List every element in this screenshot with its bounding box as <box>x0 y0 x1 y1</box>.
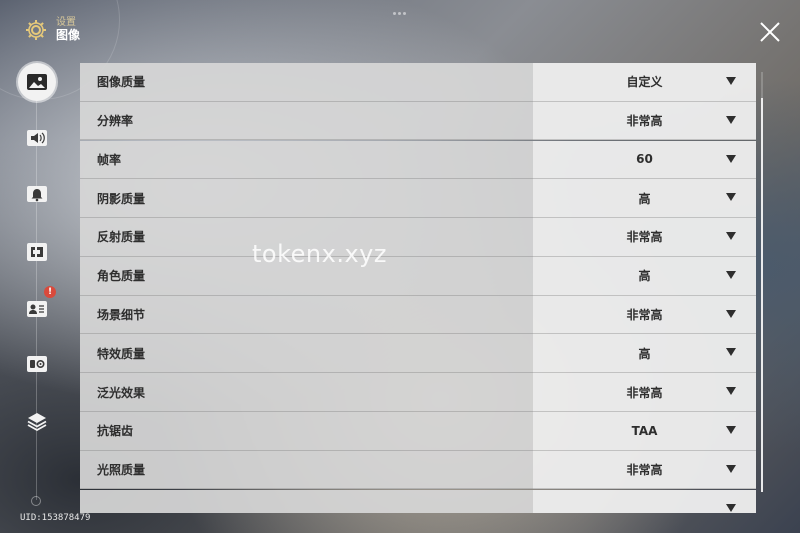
dropdown-arrow-icon <box>726 387 736 396</box>
setting-dropdown[interactable]: 非常高 <box>533 450 756 490</box>
setting-value: 非常高 <box>626 385 663 400</box>
setting-row[interactable]: 泛光效果 非常高 <box>80 373 756 412</box>
setting-row[interactable]: 反射质量 非常高 <box>80 218 756 257</box>
setting-label: 帧率 <box>80 140 533 180</box>
setting-row[interactable] <box>80 489 756 513</box>
drag-handle <box>393 12 407 16</box>
close-button[interactable] <box>756 18 784 46</box>
setting-value: 高 <box>638 191 651 206</box>
scrollbar-thumb[interactable] <box>761 98 763 492</box>
dropdown-arrow-icon <box>726 309 736 318</box>
setting-dropdown[interactable]: 非常高 <box>533 373 756 412</box>
dropdown-arrow-icon <box>726 193 736 202</box>
setting-row[interactable]: 阴影质量 高 <box>80 179 756 218</box>
sidebar-item-layers[interactable] <box>18 402 56 440</box>
setting-label: 泛光效果 <box>80 373 533 412</box>
setting-row[interactable]: 角色质量高 <box>80 256 756 296</box>
setting-dropdown[interactable]: TAA <box>533 412 756 451</box>
notification-badge: ! <box>44 286 56 298</box>
setting-dropdown[interactable]: 高 <box>533 256 756 296</box>
setting-label: 分辨率 <box>80 101 533 141</box>
setting-label: 抗锯齿 <box>80 412 533 451</box>
dropdown-arrow-icon <box>726 77 736 85</box>
setting-label: 特效质量 <box>80 334 533 374</box>
setting-label <box>80 489 533 513</box>
setting-label: 光照质量 <box>80 450 533 490</box>
dropdown-arrow-icon <box>726 348 736 357</box>
setting-value: 60 <box>636 152 653 167</box>
setting-label: 阴影质量 <box>80 179 533 218</box>
dropdown-arrow-icon <box>726 115 736 124</box>
scrollbar[interactable] <box>761 72 763 492</box>
dropdown-arrow-icon <box>726 464 736 473</box>
setting-row[interactable]: 分辨率 非常高 <box>80 101 756 141</box>
watermark: tokenx.xyz <box>252 240 387 268</box>
user-id: UID:153878479 <box>20 513 91 523</box>
dropdown-arrow-icon <box>726 270 736 279</box>
sidebar-end-marker <box>31 496 41 506</box>
setting-dropdown[interactable]: 高 <box>533 334 756 374</box>
setting-row[interactable]: 光照质量 非常高 <box>80 450 756 490</box>
setting-label: 图像质量 <box>80 63 533 102</box>
layers-icon <box>27 413 47 431</box>
setting-value: 自定义 <box>626 75 663 90</box>
close-icon <box>760 22 780 42</box>
image-icon <box>27 74 47 90</box>
setting-dropdown[interactable]: 高 <box>533 179 756 218</box>
setting-dropdown[interactable]: 非常高 <box>533 218 756 257</box>
dropdown-arrow-icon <box>726 503 736 512</box>
setting-value: 非常高 <box>626 114 663 129</box>
setting-dropdown[interactable]: 非常高 <box>533 295 756 335</box>
page-title: 图像 <box>56 27 81 42</box>
setting-row[interactable]: 帧率 60 <box>80 140 756 180</box>
dropdown-arrow-icon <box>726 232 736 241</box>
setting-value: 非常高 <box>626 230 663 245</box>
page-header: 设置 图像 <box>22 16 80 44</box>
setting-dropdown[interactable] <box>533 489 756 513</box>
speaker-icon <box>27 130 47 146</box>
dropdown-arrow-icon <box>726 154 736 163</box>
setting-dropdown[interactable]: 60 <box>533 140 756 180</box>
gear-icon <box>22 16 50 44</box>
setting-value: 非常高 <box>626 307 663 322</box>
setting-row[interactable]: 抗锯齿 TAA <box>80 412 756 451</box>
bell-icon <box>27 186 47 202</box>
sidebar-item-notifications[interactable] <box>18 176 56 214</box>
setting-value: 高 <box>638 269 651 284</box>
sidebar-item-graphics[interactable] <box>18 63 56 101</box>
setting-dropdown[interactable]: 非常高 <box>533 101 756 141</box>
sidebar-item-other[interactable] <box>18 345 56 383</box>
setting-label: 场景细节 <box>80 295 533 335</box>
setting-value: 高 <box>638 346 651 361</box>
profile-card-icon <box>27 301 47 317</box>
setting-value: 非常高 <box>626 463 663 478</box>
sidebar-item-audio[interactable] <box>18 119 56 157</box>
setting-row[interactable]: 场景细节 非常高 <box>80 295 756 335</box>
setting-value: TAA <box>631 423 658 438</box>
setting-row[interactable]: 特效质量 高 <box>80 334 756 374</box>
dropdown-arrow-icon <box>726 426 736 435</box>
setting-dropdown[interactable]: 自定义 <box>533 63 756 102</box>
sidebar-item-account[interactable]: ! <box>18 286 56 328</box>
setting-row[interactable]: 图像质量 自定义 <box>80 63 756 102</box>
controller-icon <box>27 243 47 261</box>
settings-list[interactable]: 图像质量 自定义 分辨率 非常高 帧率 60 阴影质量高反射质量 非常高 角色质量高场景细节 非常… <box>80 63 756 513</box>
gear-gamepad-icon <box>27 356 47 372</box>
sidebar-item-controls[interactable] <box>18 233 56 271</box>
